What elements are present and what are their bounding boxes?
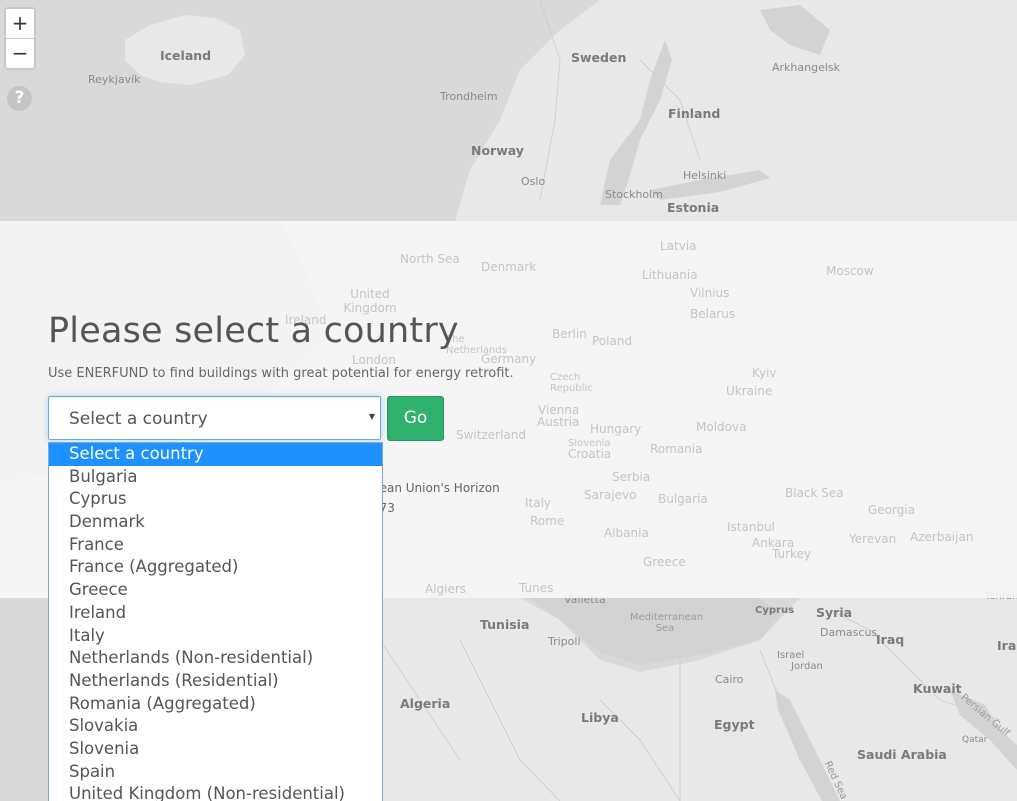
- dropdown-option-netherlands-non-residential[interactable]: Netherlands (Non-residential): [49, 647, 382, 670]
- map-label-latvia: Latvia: [660, 239, 697, 253]
- map-label-saudi-arabia: Saudi Arabia: [857, 747, 947, 762]
- map-label-bulgaria: Bulgaria: [658, 492, 708, 506]
- map-label-albania: Albania: [604, 526, 649, 540]
- dropdown-option-bulgaria[interactable]: Bulgaria: [49, 466, 382, 489]
- map-label-georgia: Georgia: [868, 503, 916, 517]
- map-label-algiers: Algiers: [425, 582, 467, 596]
- zoom-control: + −: [4, 7, 36, 70]
- zoom-out-button[interactable]: −: [6, 38, 34, 68]
- map-label-kuwait: Kuwait: [913, 681, 962, 696]
- page-title: Please select a country: [48, 311, 459, 351]
- map-label-istanbul: Istanbul: [727, 520, 776, 534]
- page-subtitle: Use ENERFUND to find buildings with grea…: [48, 366, 514, 381]
- dropdown-option-denmark[interactable]: Denmark: [49, 511, 382, 534]
- map-label-qatar: Qatar: [962, 735, 988, 745]
- map-label-romania: Romania: [650, 442, 703, 456]
- go-button[interactable]: Go: [387, 396, 444, 441]
- map-label-london: London: [352, 353, 396, 367]
- map-label-sweden: Sweden: [571, 50, 627, 65]
- map-label-switzerland: Switzerland: [456, 428, 526, 442]
- map-label-austria: Austria: [537, 415, 580, 429]
- map-label-poland: Poland: [592, 334, 633, 348]
- dropdown-option-spain[interactable]: Spain: [49, 761, 382, 784]
- map-label-helsinki: Helsinki: [683, 169, 727, 182]
- dropdown-option-united-kingdom-non-residential[interactable]: United Kingdom (Non-residential): [49, 783, 382, 801]
- map-label-iceland: Iceland: [160, 48, 212, 63]
- map-label-tripoli: Tripoli: [548, 635, 581, 648]
- dropdown-option-romania-aggregated[interactable]: Romania (Aggregated): [49, 693, 382, 716]
- map-label-arkhangelsk: Arkhangelsk: [772, 61, 841, 74]
- map-label-germany: Germany: [481, 352, 537, 366]
- map-label-norway: Norway: [471, 143, 524, 158]
- dropdown-option-ireland[interactable]: Ireland: [49, 602, 382, 625]
- map-label-berlin: Berlin: [552, 327, 587, 341]
- chevron-down-icon: ▼: [368, 412, 375, 421]
- map-label-stockholm: Stockholm: [605, 188, 663, 201]
- map-label-black-sea: Black Sea: [785, 486, 844, 500]
- map-label-moldova: Moldova: [696, 420, 747, 434]
- dropdown-option-slovakia[interactable]: Slovakia: [49, 715, 382, 738]
- dropdown-option-italy[interactable]: Italy: [49, 625, 382, 648]
- map-label-denmark: Denmark: [481, 260, 537, 274]
- country-select[interactable]: Select a country ▼: [48, 396, 381, 440]
- dropdown-option-slovenia[interactable]: Slovenia: [49, 738, 382, 761]
- map-label-ukraine: Ukraine: [726, 384, 773, 398]
- map-label-turkey: Turkey: [772, 547, 812, 561]
- funding-text-line1: pean Union's Horizon: [372, 481, 500, 495]
- map-label-hungary: Hungary: [590, 422, 642, 436]
- map-label-jordan: Jordan: [791, 661, 823, 672]
- dropdown-option-france-aggregated[interactable]: France (Aggregated): [49, 556, 382, 579]
- map-label-lithuania: Lithuania: [642, 268, 698, 282]
- map-label-cyprus: Cyprus: [755, 605, 795, 616]
- map-label-reykjavik: Reykjavík: [88, 73, 141, 86]
- map-label-yerevan: Yerevan: [849, 532, 897, 546]
- funding-text: pean Union's Horizon 373: [372, 478, 512, 518]
- map-label-finland: Finland: [668, 106, 721, 121]
- map-label-oslo: Oslo: [521, 175, 546, 188]
- map-label-estonia: Estonia: [667, 200, 720, 215]
- map-label-syria: Syria: [816, 605, 853, 620]
- map-label-greece: Greece: [643, 555, 686, 569]
- map-label-vilnius: Vilnius: [690, 286, 730, 300]
- country-dropdown-list: Select a country Bulgaria Cyprus Denmark…: [48, 442, 383, 801]
- dropdown-option-greece[interactable]: Greece: [49, 579, 382, 602]
- map-label-cairo: Cairo: [715, 673, 744, 686]
- dropdown-option-france[interactable]: France: [49, 534, 382, 557]
- map-label-iran: Ira: [997, 638, 1017, 653]
- map-label-north-sea: North Sea: [400, 252, 460, 266]
- map-label-czech: Czech Republic: [550, 372, 593, 394]
- map-label-egypt: Egypt: [714, 717, 755, 732]
- map-label-trondheim: Trondheim: [440, 90, 498, 103]
- map-label-belarus: Belarus: [690, 307, 736, 321]
- map-label-italy: Italy: [525, 496, 552, 510]
- help-icon[interactable]: ?: [7, 86, 32, 111]
- dropdown-option-netherlands-residential[interactable]: Netherlands (Residential): [49, 670, 382, 693]
- zoom-in-button[interactable]: +: [6, 9, 34, 38]
- map-label-algeria: Algeria: [400, 696, 451, 711]
- map-label-moscow: Moscow: [826, 264, 874, 278]
- map-label-israel: Israel: [777, 650, 805, 661]
- map-label-libya: Libya: [581, 710, 619, 725]
- map-label-serbia: Serbia: [612, 470, 651, 484]
- map-label-tunes: Tunes: [519, 581, 554, 595]
- funding-text-line2: 373: [372, 501, 395, 515]
- map-label-azerbaijan: Azerbaijan: [910, 530, 974, 544]
- map-label-rome: Rome: [530, 514, 565, 528]
- map-label-mediterranean: Mediterranean Sea: [630, 612, 704, 634]
- map-label-damascus: Damascus: [820, 626, 878, 639]
- country-select-value: Select a country: [69, 409, 208, 429]
- map-label-sarajevo: Sarajevo: [584, 488, 637, 502]
- dropdown-option-cyprus[interactable]: Cyprus: [49, 488, 382, 511]
- map-label-tunisia: Tunisia: [480, 617, 530, 632]
- dropdown-option-select-a-country[interactable]: Select a country: [49, 443, 382, 466]
- map-label-iraq: Iraq: [876, 632, 905, 647]
- map-page: Iceland Reykjavík Sweden Trondheim Finla…: [0, 0, 1017, 801]
- map-label-kyiv: Kyiv: [752, 366, 777, 380]
- map-label-croatia: Croatia: [568, 447, 612, 461]
